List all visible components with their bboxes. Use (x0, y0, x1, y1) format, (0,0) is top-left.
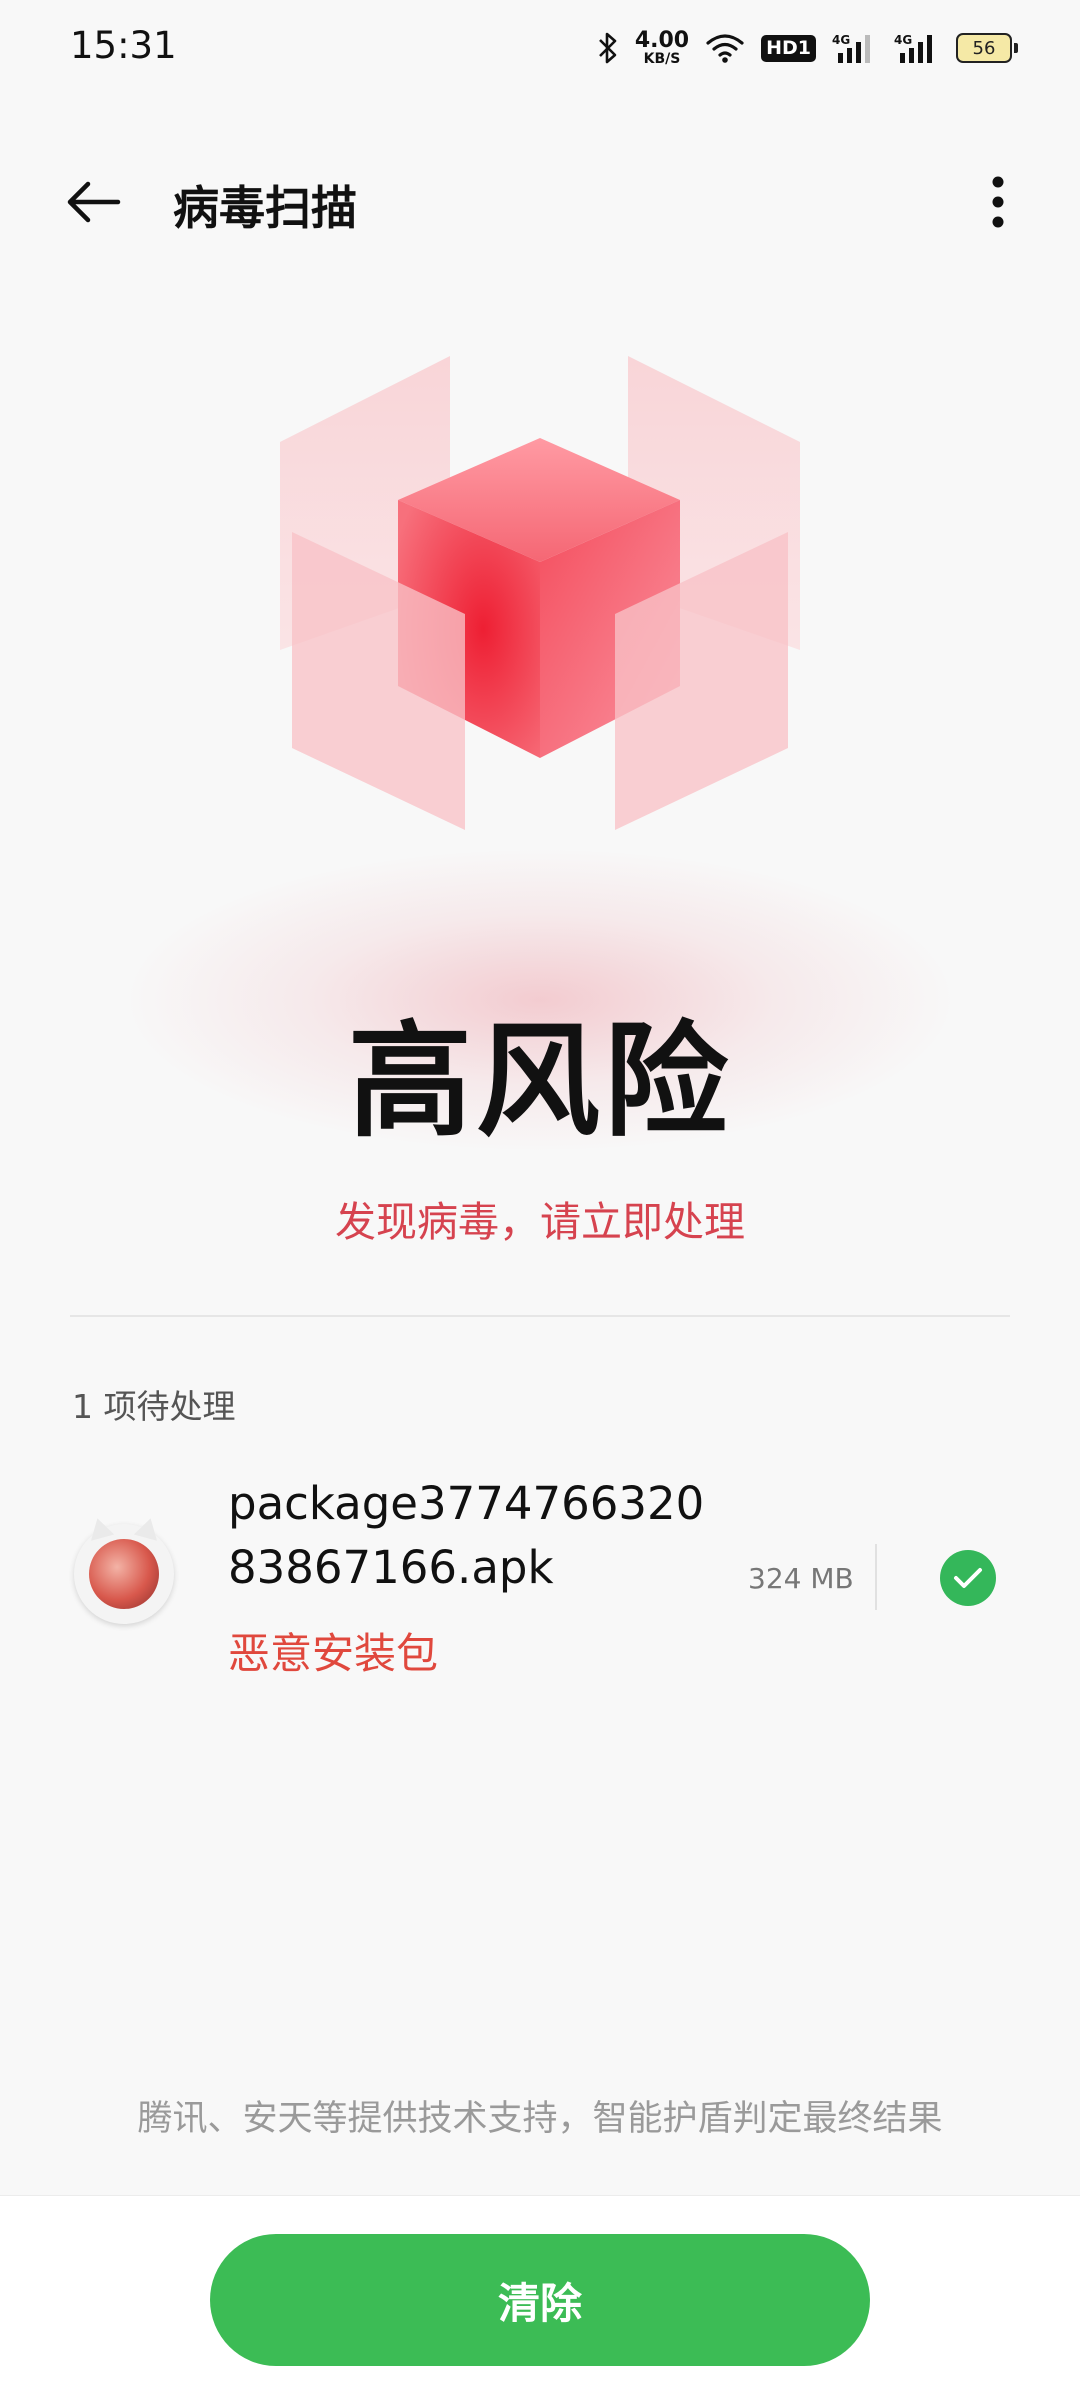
sim1-label: 4G (832, 33, 850, 47)
selected-checkbox[interactable] (940, 1550, 996, 1606)
more-vertical-icon (992, 176, 1004, 228)
clear-button[interactable]: 清除 (210, 2234, 870, 2366)
app-bar: 病毒扫描 (0, 150, 1080, 254)
sim2-label: 4G (894, 33, 912, 47)
back-button[interactable] (58, 172, 128, 232)
red-cube-icon (280, 356, 800, 830)
tech-support-note: 腾讯、安天等提供技术支持，智能护盾判定最终结果 (137, 2099, 943, 2139)
file-size: 324 MB (748, 1562, 854, 1595)
network-speed-unit: KB/S (643, 51, 681, 67)
more-options-button[interactable] (966, 170, 1030, 234)
risk-level-title: 高风险 (347, 1010, 732, 1154)
item-divider (875, 1544, 877, 1610)
bottom-action-bar: 清除 (0, 2195, 1080, 2400)
list-item[interactable]: package3774766320 83867166.apk 恶意安装包 324… (0, 1470, 1080, 1690)
check-icon (954, 1568, 982, 1588)
network-speed-value: 4.00 (634, 28, 690, 53)
pending-count-label: 1 项待处理 (72, 1387, 236, 1426)
virus-scan-screen: 15:31 4.00 KB/S HD1 4G 4G 56 病毒扫描 高风险 发现… (0, 0, 1080, 2400)
risk-message: 发现病毒，请立即处理 (335, 1198, 745, 1246)
back-arrow-icon (67, 181, 121, 223)
wifi-icon (705, 32, 745, 64)
status-time: 15:31 (70, 24, 177, 67)
page-title: 病毒扫描 (173, 181, 357, 235)
file-name-line2: 83867166.apk (228, 1541, 554, 1594)
file-name: package3774766320 83867166.apk (228, 1472, 748, 1600)
bluetooth-icon (597, 31, 619, 65)
battery-icon: 56 (956, 33, 1018, 63)
signal-sim2-icon: 4G (894, 31, 940, 65)
status-icons: 4.00 KB/S HD1 4G 4G 56 (597, 26, 1018, 70)
hd-voice-badge: HD1 (761, 34, 816, 62)
status-bar: 15:31 4.00 KB/S HD1 4G 4G 56 (0, 0, 1080, 96)
app-icon (74, 1515, 174, 1624)
network-speed: 4.00 KB/S (634, 28, 690, 67)
file-name-line1: package3774766320 (228, 1477, 705, 1530)
threat-type-label: 恶意安装包 (228, 1629, 439, 1678)
section-divider (70, 1315, 1010, 1317)
signal-sim1-icon: 4G (832, 31, 878, 65)
